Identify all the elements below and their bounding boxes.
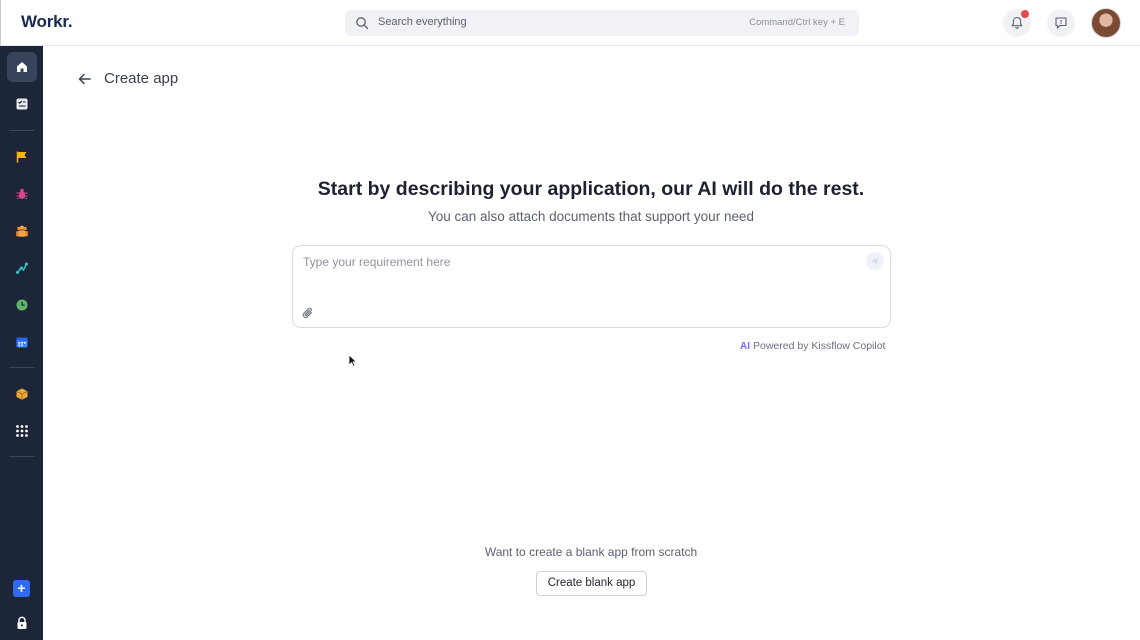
search-shortcut-hint: Command/Ctrl key + E <box>749 17 845 28</box>
avatar[interactable] <box>1091 8 1121 38</box>
lock-icon <box>17 616 27 629</box>
main-heading: Start by describing your application, ou… <box>317 178 865 200</box>
sidebar-item-flag[interactable] <box>7 142 37 172</box>
flag-icon <box>16 151 27 163</box>
sidebar-item-home[interactable] <box>7 52 37 82</box>
mouse-cursor-icon <box>348 354 358 368</box>
attachment-icon[interactable] <box>301 306 315 320</box>
apps-grid-icon <box>16 425 28 437</box>
sidebar-item-flow[interactable] <box>7 253 37 283</box>
top-bar: Workr. Search everything Command/Ctrl ke… <box>0 0 1140 46</box>
search-icon <box>356 17 369 30</box>
sidebar-divider <box>9 367 34 368</box>
sidebar-item-lock[interactable] <box>7 608 37 638</box>
sidebar-divider <box>9 456 34 457</box>
team-icon <box>16 225 28 237</box>
box-icon <box>16 388 28 400</box>
sidebar-item-apps[interactable] <box>7 416 37 446</box>
sidebar-item-time[interactable] <box>7 290 37 320</box>
page-title: Create app <box>104 70 179 87</box>
search-placeholder: Search everything <box>378 16 467 28</box>
search-bar[interactable]: Search everything Command/Ctrl key + E <box>345 10 859 36</box>
back-arrow-icon[interactable] <box>76 70 94 88</box>
sidebar-divider <box>9 130 34 131</box>
main-subheading: You can also attach documents that suppo… <box>428 209 754 224</box>
create-blank-app-button[interactable]: Create blank app <box>536 571 647 596</box>
send-button[interactable] <box>866 252 884 270</box>
sidebar-item-calendar[interactable] <box>7 327 37 357</box>
app-logo[interactable]: Workr. <box>21 12 73 32</box>
checklist-icon <box>16 98 28 110</box>
add-icon[interactable]: + <box>13 580 30 597</box>
calendar-icon <box>16 337 28 348</box>
flow-icon <box>16 262 28 274</box>
sidebar-item-tasks[interactable] <box>7 89 37 119</box>
feedback-icon <box>1055 17 1067 29</box>
blank-app-prompt: Want to create a blank app from scratch <box>484 545 698 559</box>
notifications-button[interactable] <box>1003 9 1031 37</box>
send-icon <box>871 257 879 266</box>
feedback-button[interactable] <box>1047 9 1075 37</box>
ai-sparkle-icon: AI <box>740 341 750 352</box>
clock-icon <box>16 299 28 311</box>
powered-by-text: Powered by Kissflow Copilot <box>753 340 886 352</box>
notification-badge <box>1021 10 1029 18</box>
sidebar-item-box[interactable] <box>7 379 37 409</box>
requirement-placeholder: Type your requirement here <box>303 255 451 269</box>
bell-icon <box>1011 16 1023 29</box>
requirement-input[interactable]: Type your requirement here <box>292 245 891 328</box>
powered-by-label: AI Powered by Kissflow Copilot <box>740 340 885 352</box>
home-icon <box>17 62 27 72</box>
